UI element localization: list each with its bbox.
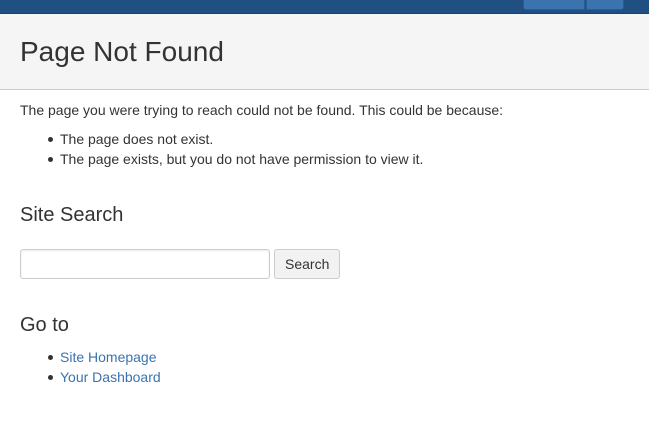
list-item: Your Dashboard xyxy=(48,367,629,387)
search-input[interactable] xyxy=(20,249,270,279)
list-item: The page does not exist. xyxy=(48,129,629,149)
top-navigation-bar xyxy=(0,0,649,14)
reasons-list: The page does not exist. The page exists… xyxy=(48,129,629,169)
goto-links-list: Site Homepage Your Dashboard xyxy=(48,347,629,387)
topbar-create-button[interactable] xyxy=(523,0,585,10)
site-search-heading: Site Search xyxy=(20,204,124,226)
topbar-dropdown-button[interactable] xyxy=(586,0,624,10)
your-dashboard-link[interactable]: Your Dashboard xyxy=(60,369,161,385)
search-button[interactable]: Search xyxy=(274,249,341,279)
site-homepage-link[interactable]: Site Homepage xyxy=(60,349,157,365)
goto-heading: Go to xyxy=(20,314,69,336)
search-form: Search xyxy=(20,249,629,279)
main-content: The page you were trying to reach could … xyxy=(20,100,629,387)
not-found-message: The page you were trying to reach could … xyxy=(20,102,504,118)
list-item: The page exists, but you do not have per… xyxy=(48,149,629,169)
page-title: Page Not Found xyxy=(20,36,224,67)
list-item: Site Homepage xyxy=(48,347,629,367)
page-header: Page Not Found xyxy=(0,14,649,90)
